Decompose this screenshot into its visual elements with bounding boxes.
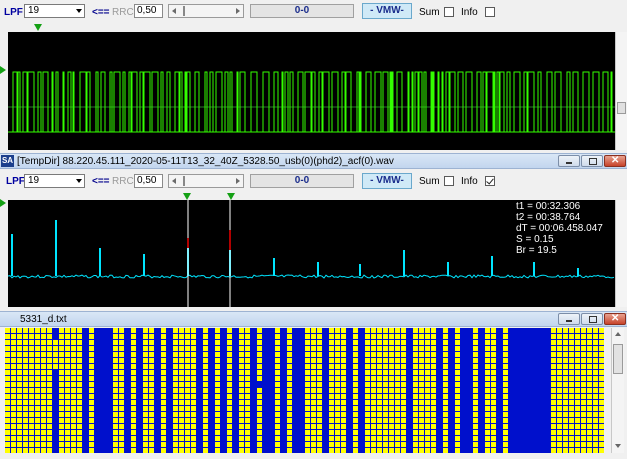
dropdown-arrow-icon — [76, 179, 82, 183]
dt-readout: dT = 00:06.458.047 — [516, 223, 603, 234]
top-toolbar: LPF 19 <== RRC 0,50 0-0 - VMW- Sum Info — [0, 0, 627, 26]
acf-lpf-label: LPF — [6, 176, 25, 187]
slider-thumb[interactable] — [183, 176, 185, 186]
bits-vscroll[interactable] — [611, 328, 624, 453]
acf-ratio-display: 0-0 — [250, 174, 354, 188]
acf-info-label: Info — [461, 176, 478, 187]
bit-grid — [5, 328, 604, 453]
acf-sum-checkbox[interactable] — [444, 176, 454, 186]
t2-readout: t2 = 00:38.764 — [516, 212, 581, 223]
acf-apply-arrow-button[interactable]: <== — [92, 176, 110, 187]
acf-titlebar[interactable]: SA [TempDir] 88.220.45.111_2020-05-11T13… — [0, 153, 627, 169]
bits-minimize-button[interactable] — [558, 313, 580, 325]
scroll-down-icon[interactable] — [615, 444, 621, 448]
scroll-right-icon[interactable] — [236, 178, 240, 184]
rrc-input[interactable]: 0,50 — [134, 4, 163, 18]
lpf-label: LPF — [4, 7, 23, 18]
lpf-value: 19 — [28, 5, 40, 16]
acf-rrc-label: RRC — [112, 176, 134, 187]
acf-rrc-input[interactable]: 0,50 — [134, 174, 163, 188]
maximize-button[interactable] — [581, 155, 603, 167]
scroll-left-icon[interactable] — [172, 178, 176, 184]
acf-window-title: [TempDir] 88.220.45.111_2020-05-11T13_32… — [17, 156, 394, 167]
measurement-readout: t1 = 00:32.306 t2 = 00:38.764 dT = 00:06… — [516, 201, 603, 256]
waveform-trace — [8, 71, 615, 133]
rrc-slider[interactable] — [168, 4, 244, 18]
minimize-icon — [566, 162, 572, 164]
sum-label: Sum — [419, 7, 440, 18]
bits-close-button[interactable]: ✕ — [604, 313, 626, 325]
acf-lpf-select[interactable]: 19 — [24, 174, 85, 188]
s-readout: S = 0.15 — [516, 234, 554, 245]
maximize-icon — [589, 158, 597, 165]
sum-checkbox[interactable] — [444, 7, 454, 17]
t2-marker-icon[interactable] — [227, 193, 235, 200]
acf-lpf-value: 19 — [28, 175, 40, 186]
slider-thumb[interactable] — [183, 6, 185, 16]
rrc-label: RRC — [112, 7, 134, 18]
info-checkbox[interactable] — [485, 7, 495, 17]
close-icon: ✕ — [611, 313, 620, 324]
bit-matrix[interactable] — [5, 328, 604, 453]
acf-vscroll[interactable] — [615, 200, 627, 307]
waveform-plot[interactable] — [8, 32, 615, 150]
marker-triangle-icon[interactable] — [34, 24, 42, 31]
acf-sum-label: Sum — [419, 176, 440, 187]
lpf-select[interactable]: 19 — [24, 4, 85, 18]
acf-info-checkbox[interactable] — [485, 176, 495, 186]
close-icon: ✕ — [611, 155, 620, 166]
maximize-icon — [589, 316, 597, 323]
t1-readout: t1 = 00:32.306 — [516, 201, 581, 212]
minimize-icon — [566, 320, 572, 322]
ratio-display: 0-0 — [250, 4, 354, 18]
app-icon[interactable]: SA — [1, 155, 14, 167]
scroll-left-icon[interactable] — [172, 8, 176, 14]
acf-level-marker-icon[interactable] — [0, 199, 6, 207]
scroll-up-icon[interactable] — [615, 332, 621, 336]
bits-vscroll-thumb[interactable] — [613, 344, 623, 374]
acf-rrc-slider[interactable] — [168, 174, 244, 188]
minimize-button[interactable] — [558, 155, 580, 167]
t1-marker-icon[interactable] — [183, 193, 191, 200]
vmw-button[interactable]: - VMW- — [362, 3, 412, 19]
waveform-vscroll[interactable] — [615, 32, 627, 150]
br-readout: Br = 19.5 — [516, 245, 557, 256]
bits-maximize-button[interactable] — [581, 313, 603, 325]
dropdown-arrow-icon — [76, 9, 82, 13]
info-label: Info — [461, 7, 478, 18]
level-marker-icon[interactable] — [0, 66, 6, 74]
acf-plot[interactable]: t1 = 00:32.306 t2 = 00:38.764 dT = 00:06… — [8, 200, 615, 307]
vscroll-thumb[interactable] — [617, 102, 626, 114]
close-button[interactable]: ✕ — [604, 155, 626, 167]
bits-window-title: 5331_d.txt — [20, 314, 67, 325]
acf-toolbar: LPF 19 <== RRC 0,50 0-0 - VMW- Sum Info — [0, 170, 627, 194]
apply-arrow-button[interactable]: <== — [92, 7, 110, 18]
bits-titlebar[interactable]: 5331_d.txt ✕ — [0, 311, 627, 327]
acf-vmw-button[interactable]: - VMW- — [362, 173, 412, 189]
scroll-right-icon[interactable] — [236, 8, 240, 14]
